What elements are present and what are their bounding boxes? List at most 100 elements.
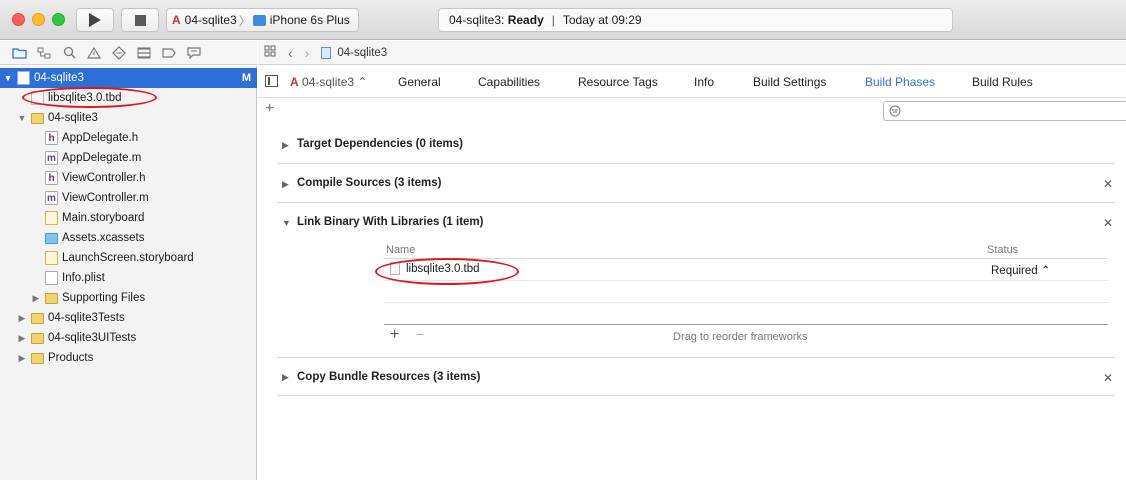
disclosure-closed-icon[interactable]: ▶ bbox=[17, 353, 27, 364]
disclosure-closed-icon[interactable]: ▶ bbox=[282, 179, 289, 190]
status-select[interactable]: Required ⌃ bbox=[991, 263, 1051, 277]
tab-build-rules[interactable]: Build Rules bbox=[972, 75, 1033, 89]
close-icon[interactable]: ✕ bbox=[1103, 371, 1113, 385]
tab-resource-tags[interactable]: Resource Tags bbox=[578, 75, 658, 89]
storyboard-file-icon bbox=[45, 251, 58, 265]
close-icon[interactable]: ✕ bbox=[1103, 177, 1113, 191]
phase-title: Target Dependencies (0 items) bbox=[297, 138, 463, 150]
report-navigator-icon[interactable] bbox=[185, 45, 203, 61]
search-icon[interactable] bbox=[60, 45, 78, 61]
list-item[interactable]: h ViewController.h bbox=[0, 168, 257, 188]
phase-copy-bundle[interactable]: ▶ Copy Bundle Resources (3 items) ✕ bbox=[277, 358, 1115, 396]
hide-targets-icon[interactable] bbox=[265, 75, 278, 87]
run-button[interactable] bbox=[76, 8, 114, 32]
folder-icon bbox=[31, 112, 44, 124]
list-item[interactable]: m ViewController.m bbox=[0, 188, 257, 208]
tab-build-phases[interactable]: Build Phases bbox=[865, 75, 935, 89]
list-item-label: ViewController.h bbox=[62, 172, 146, 184]
forward-button[interactable]: › bbox=[305, 45, 310, 61]
disclosure-closed-icon[interactable]: ▶ bbox=[17, 313, 27, 324]
list-item[interactable]: ▶ Supporting Files bbox=[0, 288, 257, 308]
chevron-updown-icon: ⌃ bbox=[1040, 265, 1051, 277]
xcode-app-icon: A bbox=[172, 13, 181, 27]
disclosure-closed-icon[interactable]: ▶ bbox=[282, 372, 289, 383]
list-item[interactable]: h AppDelegate.h bbox=[0, 128, 257, 148]
column-header-name[interactable]: Name bbox=[386, 244, 415, 256]
filter-icon bbox=[889, 105, 901, 117]
list-item-label: LaunchScreen.storyboard bbox=[62, 252, 194, 264]
stop-icon bbox=[134, 14, 146, 26]
add-library-plus-icon[interactable]: + bbox=[390, 326, 399, 344]
xcode-app-icon: A bbox=[290, 75, 299, 89]
disclosure-closed-icon[interactable]: ▶ bbox=[31, 293, 41, 304]
close-window-button[interactable] bbox=[12, 13, 25, 26]
folder-icon bbox=[45, 292, 58, 304]
source-file-icon: m bbox=[45, 191, 58, 205]
disclosure-closed-icon[interactable]: ▶ bbox=[282, 140, 289, 151]
project-navigator: ▼ 04-sqlite3 M libsqlite3.0.tbd ▼ 04-sql… bbox=[0, 66, 257, 480]
navigator-selector-bar bbox=[0, 41, 257, 65]
add-phase-plus-icon[interactable]: + bbox=[265, 100, 274, 118]
filter-input[interactable] bbox=[883, 101, 1126, 121]
device-icon bbox=[252, 14, 266, 26]
breakpoint-navigator-icon[interactable] bbox=[160, 45, 178, 61]
phase-compile-sources[interactable]: ▶ Compile Sources (3 items) ✕ bbox=[277, 165, 1115, 203]
warning-icon[interactable] bbox=[85, 45, 103, 61]
tab-capabilities[interactable]: Capabilities bbox=[478, 75, 540, 89]
activity-project: 04-sqlite3: bbox=[449, 13, 505, 27]
list-item-label: Products bbox=[48, 352, 94, 364]
disclosure-open-icon[interactable]: ▼ bbox=[17, 113, 27, 123]
activity-time: Today at 09:29 bbox=[562, 13, 642, 27]
tab-info[interactable]: Info bbox=[694, 75, 714, 89]
modified-badge: M bbox=[241, 72, 251, 84]
tab-general[interactable]: General bbox=[398, 75, 441, 89]
scheme-selector[interactable]: A 04-sqlite3 〉 iPhone 6s Plus bbox=[166, 8, 359, 32]
zoom-window-button[interactable] bbox=[52, 13, 65, 26]
list-item[interactable]: Info.plist bbox=[0, 268, 257, 288]
list-item[interactable]: ▶ 04-sqlite3UITests bbox=[0, 328, 257, 348]
navigator-project-label: 04-sqlite3 bbox=[34, 72, 84, 84]
list-item[interactable]: ▶ 04-sqlite3Tests bbox=[0, 308, 257, 328]
table-row-empty bbox=[384, 281, 1108, 303]
activity-viewer: 04-sqlite3: Ready | Today at 09:29 bbox=[438, 8, 953, 32]
list-item-label: AppDelegate.m bbox=[62, 152, 142, 164]
list-item[interactable]: ▼ 04-sqlite3 bbox=[0, 108, 257, 128]
disclosure-closed-icon[interactable]: ▶ bbox=[17, 333, 27, 344]
phase-target-dependencies[interactable]: ▶ Target Dependencies (0 items) bbox=[277, 126, 1115, 164]
storyboard-file-icon bbox=[45, 211, 58, 225]
activity-divider: | bbox=[551, 13, 555, 27]
tab-build-settings[interactable]: Build Settings bbox=[753, 75, 826, 89]
list-item-label: 04-sqlite3 bbox=[48, 112, 98, 124]
remove-library-minus-icon[interactable]: − bbox=[416, 326, 424, 342]
list-item[interactable]: LaunchScreen.storyboard bbox=[0, 248, 257, 268]
close-icon[interactable]: ✕ bbox=[1103, 216, 1113, 230]
phase-title: Copy Bundle Resources (3 items) bbox=[297, 371, 481, 383]
header-file-icon: h bbox=[45, 171, 58, 185]
related-items-icon[interactable] bbox=[264, 45, 276, 60]
list-item[interactable]: Main.storyboard bbox=[0, 208, 257, 228]
minimize-window-button[interactable] bbox=[32, 13, 45, 26]
project-navigator-folder-icon[interactable] bbox=[10, 45, 28, 61]
folder-icon bbox=[31, 352, 44, 364]
stop-button[interactable] bbox=[121, 8, 159, 32]
symbol-navigator-icon[interactable] bbox=[35, 45, 53, 61]
back-button[interactable]: ‹ bbox=[288, 45, 293, 61]
list-item[interactable]: ▶ Products bbox=[0, 348, 257, 368]
disclosure-open-icon[interactable]: ▼ bbox=[282, 218, 291, 228]
disclosure-open-icon[interactable]: ▼ bbox=[3, 73, 13, 83]
table-footer: + − Drag to reorder frameworks bbox=[384, 325, 1108, 349]
list-item[interactable]: Assets.xcassets bbox=[0, 228, 257, 248]
test-navigator-icon[interactable] bbox=[110, 45, 128, 61]
title-bar: A 04-sqlite3 〉 iPhone 6s Plus 04-sqlite3… bbox=[0, 0, 1126, 40]
target-selector[interactable]: A 04-sqlite3 ⌃ bbox=[290, 75, 367, 89]
status-value: Required bbox=[991, 265, 1038, 277]
debug-navigator-icon[interactable] bbox=[135, 45, 153, 61]
chevron-updown-icon: ⌃ bbox=[357, 75, 368, 89]
list-item[interactable]: m AppDelegate.m bbox=[0, 148, 257, 168]
folder-icon bbox=[31, 332, 44, 344]
jump-bar-file[interactable]: 04-sqlite3 bbox=[337, 47, 387, 59]
list-item-label: 04-sqlite3Tests bbox=[48, 312, 125, 324]
navigator-project-row[interactable]: ▼ 04-sqlite3 M bbox=[0, 68, 257, 88]
column-header-status[interactable]: Status bbox=[987, 244, 1018, 256]
annotation-ellipse bbox=[375, 258, 519, 285]
